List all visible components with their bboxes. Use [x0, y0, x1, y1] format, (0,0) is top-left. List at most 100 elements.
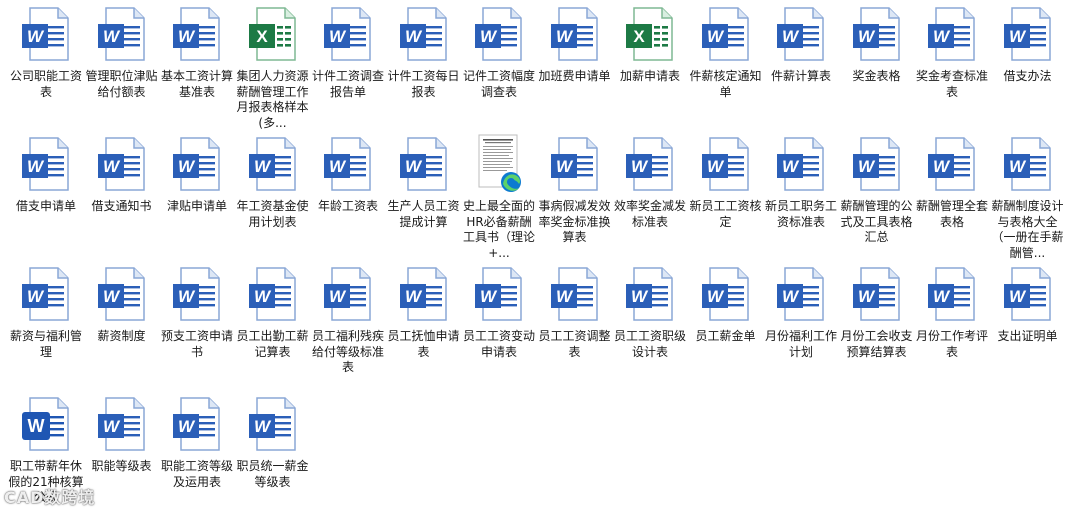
word-doc-icon: W: [924, 4, 980, 66]
file-label: 新员工职务工资标准表: [764, 199, 837, 229]
file-item[interactable]: W 支出证明单: [990, 264, 1066, 345]
svg-text:W: W: [102, 157, 120, 176]
file-label: 加班费申请单: [538, 69, 611, 83]
file-label: 基本工资计算基准表: [160, 69, 233, 99]
file-label: 员工出勤工薪记算表: [236, 329, 309, 359]
file-item[interactable]: W 计件工资每日报表: [386, 4, 462, 100]
file-item[interactable]: W 员工出勤工薪记算表: [235, 264, 311, 360]
file-item[interactable]: W 薪酬管理的公式及工具表格汇总: [839, 134, 915, 246]
word-doc-icon: W: [1000, 4, 1056, 66]
svg-text:W: W: [329, 157, 347, 176]
word-doc-icon: W: [622, 264, 678, 326]
word-doc-icon: W: [245, 394, 301, 456]
file-item[interactable]: W 薪酬管理全套表格: [914, 134, 990, 230]
svg-text:W: W: [1008, 27, 1026, 46]
svg-text:W: W: [102, 27, 120, 46]
svg-text:W: W: [933, 287, 951, 306]
file-item[interactable]: W 公司职能工资表: [8, 4, 84, 100]
svg-text:W: W: [178, 157, 196, 176]
svg-text:W: W: [329, 287, 347, 306]
svg-text:W: W: [933, 157, 951, 176]
file-label: 薪酬管理的公式及工具表格汇总: [840, 199, 913, 244]
word-doc-icon: W: [18, 264, 74, 326]
file-item[interactable]: W 奖金表格: [839, 4, 915, 85]
file-item[interactable]: W 记件工资幅度调查表: [461, 4, 537, 100]
file-item[interactable]: X 加薪申请表: [612, 4, 688, 85]
file-label: 加薪申请表: [619, 69, 680, 83]
svg-text:W: W: [555, 27, 573, 46]
svg-text:W: W: [782, 27, 800, 46]
svg-text:W: W: [706, 27, 724, 46]
file-item[interactable]: W 月份工作考评表: [914, 264, 990, 360]
word-doc-icon: W: [245, 264, 301, 326]
file-item[interactable]: W 年工资基金使用计划表: [235, 134, 311, 230]
file-item[interactable]: W 加班费申请单: [537, 4, 613, 85]
file-item[interactable]: 史上最全面的HR必备薪酬工具书（理论+...: [461, 134, 537, 261]
file-label: 计件工资调查报告单: [311, 69, 384, 99]
file-item[interactable]: W 新员工职务工资标准表: [763, 134, 839, 230]
svg-text:W: W: [555, 157, 573, 176]
svg-text:W: W: [706, 287, 724, 306]
file-item[interactable]: W 薪酬制度设计与表格大全（一册在手薪酬管...: [990, 134, 1066, 261]
file-item[interactable]: W 月份福利工作计划: [763, 264, 839, 360]
file-item[interactable]: W 生产人员工资提成计算: [386, 134, 462, 230]
file-label: 事病假减发效率奖金标准换算表: [538, 199, 611, 244]
file-item[interactable]: W 奖金考查标准表: [914, 4, 990, 100]
file-item[interactable]: W 件薪核定通知单: [688, 4, 764, 100]
file-item[interactable]: W 事病假减发效率奖金标准换算表: [537, 134, 613, 246]
word-doc-icon: W: [773, 264, 829, 326]
file-label: 员工工资调整表: [538, 329, 611, 359]
file-label: 史上最全面的HR必备薪酬工具书（理论+...: [462, 199, 535, 260]
svg-text:W: W: [933, 27, 951, 46]
file-item[interactable]: W 月份工会收支预算结算表: [839, 264, 915, 360]
svg-text:W: W: [706, 157, 724, 176]
file-item[interactable]: W 借支通知书: [84, 134, 160, 215]
file-label: 员工工资变动申请表: [462, 329, 535, 359]
file-label: 件薪核定通知单: [689, 69, 762, 99]
svg-text:W: W: [631, 157, 649, 176]
file-item[interactable]: W 预支工资申请书: [159, 264, 235, 360]
file-item[interactable]: W 薪资制度: [84, 264, 160, 345]
file-item[interactable]: W 管理职位津贴给付额表: [84, 4, 160, 100]
svg-text:W: W: [480, 287, 498, 306]
file-item[interactable]: W 职员统一薪金等级表: [235, 394, 311, 490]
file-item[interactable]: W 基本工资计算基准表: [159, 4, 235, 100]
word-doc-icon: W: [849, 134, 905, 196]
file-item[interactable]: W 借支申请单: [8, 134, 84, 215]
file-item[interactable]: W 职能等级表: [84, 394, 160, 475]
file-item[interactable]: W 薪资与福利管理: [8, 264, 84, 360]
file-item[interactable]: W 新员工工资核定: [688, 134, 764, 230]
file-item[interactable]: W 员工抚恤申请表: [386, 264, 462, 360]
file-item[interactable]: W 员工薪金单: [688, 264, 764, 345]
word-doc-icon: W: [245, 134, 301, 196]
file-label: 员工薪金单: [695, 329, 756, 343]
svg-text:W: W: [178, 27, 196, 46]
file-item[interactable]: W 职能工资等级及运用表: [159, 394, 235, 490]
file-label: 记件工资幅度调查表: [462, 69, 535, 99]
svg-text:W: W: [857, 27, 875, 46]
file-item[interactable]: W 借支办法: [990, 4, 1066, 85]
word-doc-icon: W: [547, 134, 603, 196]
svg-text:X: X: [256, 27, 268, 46]
svg-text:W: W: [404, 157, 422, 176]
file-item[interactable]: W 件薪计算表: [763, 4, 839, 85]
file-item[interactable]: W 年龄工资表: [310, 134, 386, 215]
file-item[interactable]: W 员工福利残疾给付等级标准表: [310, 264, 386, 376]
file-item[interactable]: W 津贴申请单: [159, 134, 235, 215]
svg-text:W: W: [178, 287, 196, 306]
file-label: 预支工资申请书: [160, 329, 233, 359]
file-item[interactable]: W 计件工资调查报告单: [310, 4, 386, 100]
file-item[interactable]: W 效率奖金减发标准表: [612, 134, 688, 230]
word-doc-icon: W: [698, 134, 754, 196]
file-item[interactable]: W 员工工资变动申请表: [461, 264, 537, 360]
file-label: 计件工资每日报表: [387, 69, 460, 99]
svg-text:W: W: [253, 417, 271, 436]
file-item[interactable]: W 员工工资职级设计表: [612, 264, 688, 360]
word-doc-icon: W: [169, 4, 225, 66]
file-item[interactable]: X 集团人力资源薪酬管理工作月报表格样本(多...: [235, 4, 311, 131]
word-doc-icon: W: [698, 4, 754, 66]
file-label: 件薪计算表: [770, 69, 831, 83]
file-item[interactable]: W 员工工资调整表: [537, 264, 613, 360]
svg-text:X: X: [633, 27, 645, 46]
word-doc-icon: W: [773, 134, 829, 196]
